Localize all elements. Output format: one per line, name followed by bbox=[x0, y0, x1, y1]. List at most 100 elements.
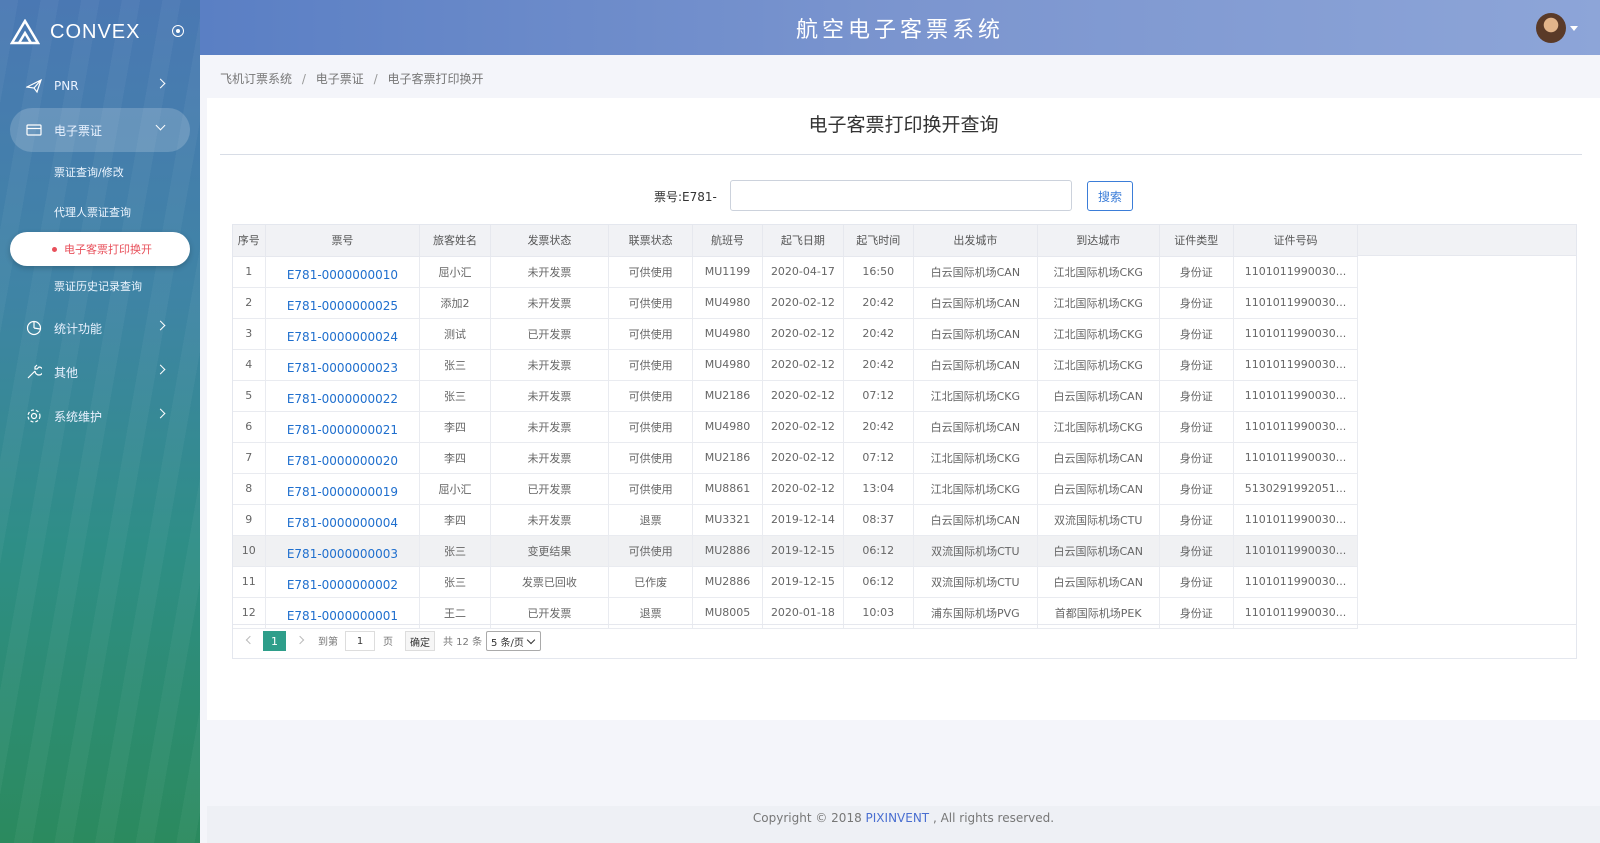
table-cell: 未开发票 bbox=[490, 411, 610, 443]
table-cell: 身份证 bbox=[1159, 442, 1234, 474]
table-row[interactable]: 2 E781-0000000025 添加2 未开发票 可供使用 MU4980 2020-02… bbox=[233, 287, 1359, 319]
table-cell: 添加2 bbox=[419, 287, 491, 319]
table-cell: MU1199 bbox=[692, 256, 764, 288]
table-cell: 李四 bbox=[419, 504, 491, 536]
table-cell: 身份证 bbox=[1159, 256, 1234, 288]
prev-page-icon[interactable] bbox=[245, 635, 255, 645]
sidebar-subitem-print-reissue[interactable]: 电子客票打印换开 bbox=[10, 232, 190, 266]
table-cell: 1101011990030... bbox=[1233, 287, 1359, 319]
table-cell: MU4980 bbox=[692, 349, 764, 381]
sidebar-item-e-ticket[interactable]: 电子票证 bbox=[10, 108, 190, 152]
column-header: 证件号码 bbox=[1233, 225, 1359, 257]
table-cell: 6 bbox=[233, 411, 266, 443]
ticket-number-link[interactable]: E781-0000000022 bbox=[265, 380, 421, 412]
avatar[interactable] bbox=[1536, 13, 1566, 43]
table-cell: 身份证 bbox=[1159, 566, 1234, 598]
sidebar-subitem-history-query[interactable]: 票证历史记录查询 bbox=[0, 266, 200, 306]
ticket-table: 序号 票号 旅客姓名 发票状态 联票状态 航班号 起飞日期 起飞时间 出发城市 到达城市 证件类型证… bbox=[232, 224, 1577, 659]
footer-brand-link[interactable]: PIXINVENT bbox=[866, 811, 930, 825]
table-cell: MU4980 bbox=[692, 411, 764, 443]
table-cell: 2020-02-12 bbox=[762, 380, 844, 412]
column-header: 联票状态 bbox=[608, 225, 693, 257]
table-cell: 4 bbox=[233, 349, 266, 381]
sidebar-item-pnr[interactable]: PNR bbox=[0, 64, 200, 108]
table-cell: 9 bbox=[233, 504, 266, 536]
ticket-number-link[interactable]: E781-0000000023 bbox=[265, 349, 421, 381]
table-row[interactable]: 6 E781-0000000021 李四 未开发票 可供使用 MU4980 2020-02-… bbox=[233, 411, 1359, 443]
sidebar-subitem-label: 代理人票证查询 bbox=[54, 206, 131, 219]
ticket-number-link[interactable]: E781-0000000002 bbox=[265, 566, 421, 598]
table-header-row: 序号 票号 旅客姓名 发票状态 联票状态 航班号 起飞日期 起飞时间 出发城市 到达城市 证件类型证… bbox=[233, 225, 1359, 257]
table-row[interactable]: 1 E781-0000000010 屈小汇 未开发票 可供使用 MU1199 2020-04… bbox=[233, 256, 1359, 288]
table-cell: 白云国际机场CAN bbox=[1037, 473, 1160, 505]
page-unit-label: 页 bbox=[383, 637, 393, 648]
ticket-number-link[interactable]: E781-0000000021 bbox=[265, 411, 421, 443]
table-cell: 可供使用 bbox=[608, 380, 693, 412]
goto-confirm-button[interactable]: 确定 bbox=[405, 631, 435, 651]
table-cell: 2019-12-15 bbox=[762, 566, 844, 598]
next-page-icon[interactable] bbox=[295, 635, 305, 645]
column-header: 旅客姓名 bbox=[419, 225, 491, 257]
table-cell: MU2886 bbox=[692, 535, 764, 567]
column-header: 航班号 bbox=[692, 225, 764, 257]
table-cell: 16:50 bbox=[843, 256, 914, 288]
table-cell: 1101011990030... bbox=[1233, 318, 1359, 350]
search-button[interactable]: 搜索 bbox=[1087, 181, 1133, 211]
table-cell: 屈小汇 bbox=[419, 256, 491, 288]
table-cell: MU4980 bbox=[692, 318, 764, 350]
ticket-number-link[interactable]: E781-0000000010 bbox=[265, 256, 421, 288]
page-size-select[interactable]: 5 条/页 bbox=[486, 631, 541, 651]
table-cell: 白云国际机场CAN bbox=[1037, 535, 1160, 567]
table-cell: 20:42 bbox=[843, 318, 914, 350]
column-header: 起飞时间 bbox=[843, 225, 914, 257]
sidebar-subitem-ticket-query[interactable]: 票证查询/修改 bbox=[0, 152, 200, 192]
sidebar-item-statistics[interactable]: 统计功能 bbox=[0, 306, 200, 350]
table-row[interactable]: 8 E781-0000000019 屈小汇 已开发票 可供使用 MU8861 2020-02… bbox=[233, 473, 1359, 505]
table-row[interactable]: 9 E781-0000000004 李四 未开发票 退票 MU3321 2019-12-14… bbox=[233, 504, 1359, 536]
table-cell: 白云国际机场CAN bbox=[913, 287, 1038, 319]
sidebar-toggle-icon[interactable] bbox=[172, 25, 184, 37]
table-cell: 8 bbox=[233, 473, 266, 505]
table-row[interactable]: 11 E781-0000000002 张三 发票已回收 已作废 MU2886 2019-12… bbox=[233, 566, 1359, 598]
table-row[interactable]: 5 E781-0000000022 张三 未开发票 可供使用 MU2186 2020-02-… bbox=[233, 380, 1359, 412]
ticket-number-input[interactable] bbox=[730, 180, 1072, 211]
caret-down-icon[interactable] bbox=[1570, 26, 1578, 31]
sidebar: CONVEX PNR 电子票证 票证查询/修改 代理人票证查询 电子客票打印换开 bbox=[0, 0, 200, 843]
table-cell: 1101011990030... bbox=[1233, 380, 1359, 412]
goto-page-input[interactable]: 1 bbox=[345, 631, 375, 651]
pagination: 1 到第 1 页 确定 共 12 条 5 条/页 bbox=[233, 624, 1576, 658]
copyright-prefix: Copyright © 2018 bbox=[752, 811, 866, 825]
table-row[interactable]: 7 E781-0000000020 李四 未开发票 可供使用 MU2186 2020-02-… bbox=[233, 442, 1359, 474]
sidebar-item-system-maintenance[interactable]: 系统维护 bbox=[0, 394, 200, 438]
table-cell: 可供使用 bbox=[608, 349, 693, 381]
sidebar-item-other[interactable]: 其他 bbox=[0, 350, 200, 394]
table-cell: 2020-02-12 bbox=[762, 442, 844, 474]
sidebar-item-label: PNR bbox=[54, 79, 79, 93]
wrench-icon bbox=[26, 364, 42, 380]
table-cell: 1101011990030... bbox=[1233, 566, 1359, 598]
ticket-number-link[interactable]: E781-0000000003 bbox=[265, 535, 421, 567]
column-header: 发票状态 bbox=[490, 225, 610, 257]
table-row[interactable]: 10 E781-0000000003 张三 变更结果 可供使用 MU2886 2019-12… bbox=[233, 535, 1359, 567]
ticket-number-link[interactable]: E781-0000000020 bbox=[265, 442, 421, 474]
breadcrumb-item[interactable]: 电子票证 bbox=[316, 72, 364, 86]
ticket-number-link[interactable]: E781-0000000024 bbox=[265, 318, 421, 350]
table-cell: MU2186 bbox=[692, 442, 764, 474]
table-cell: 身份证 bbox=[1159, 411, 1234, 443]
breadcrumb-item[interactable]: 飞机订票系统 bbox=[220, 72, 292, 86]
ticket-number-link[interactable]: E781-0000000025 bbox=[265, 287, 421, 319]
total-count: 共 12 条 bbox=[443, 637, 483, 648]
table-row[interactable]: 3 E781-0000000024 测试 已开发票 可供使用 MU4980 2020-02-… bbox=[233, 318, 1359, 350]
sidebar-subitem-agent-query[interactable]: 代理人票证查询 bbox=[0, 192, 200, 232]
ticket-number-link[interactable]: E781-0000000019 bbox=[265, 473, 421, 505]
table-row[interactable]: 4 E781-0000000023 张三 未开发票 可供使用 MU4980 2020-02-… bbox=[233, 349, 1359, 381]
table-cell: 可供使用 bbox=[608, 442, 693, 474]
brand-name: CONVEX bbox=[50, 20, 141, 43]
table-cell: 5 bbox=[233, 380, 266, 412]
current-page-button[interactable]: 1 bbox=[263, 631, 286, 651]
table-cell: MU2186 bbox=[692, 380, 764, 412]
table-cell: 未开发票 bbox=[490, 287, 610, 319]
ticket-number-link[interactable]: E781-0000000004 bbox=[265, 504, 421, 536]
table-cell: 2 bbox=[233, 287, 266, 319]
table-cell: 白云国际机场CAN bbox=[1037, 566, 1160, 598]
